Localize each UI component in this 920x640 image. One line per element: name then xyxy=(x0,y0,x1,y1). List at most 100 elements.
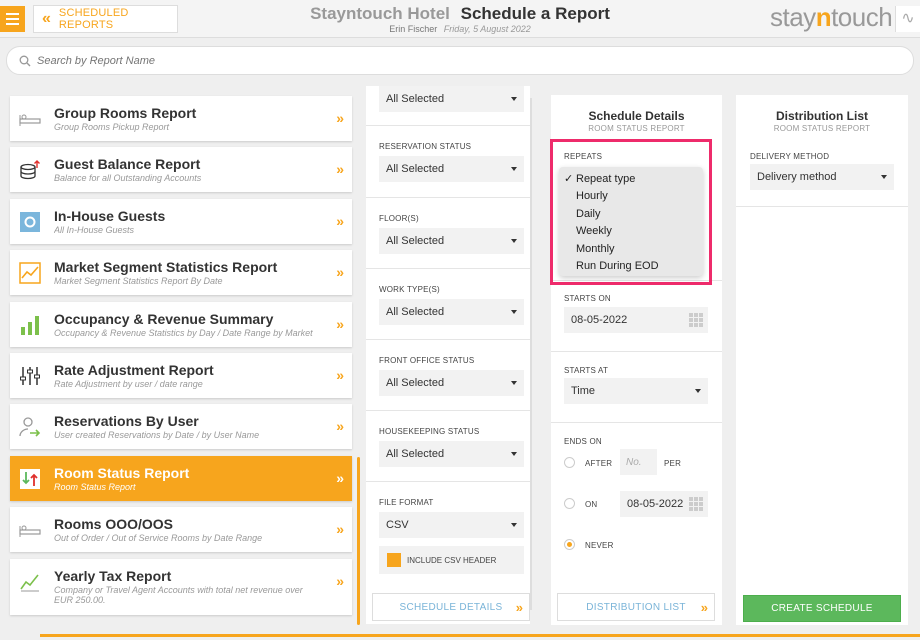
file-format-select[interactable]: CSV xyxy=(379,512,524,538)
bed-icon xyxy=(19,519,41,541)
ends-after-count-input[interactable]: No. xyxy=(620,449,657,475)
double-chevron-right-icon: » xyxy=(336,521,344,538)
ends-on-label: ENDS ON xyxy=(564,437,602,446)
report-description: Occupancy & Revenue Statistics by Day / … xyxy=(54,327,313,338)
sliders-icon xyxy=(19,365,41,387)
starts-on-label: STARTS ON xyxy=(564,294,611,303)
double-chevron-right-icon: » xyxy=(515,599,523,615)
housekeeping-status-select[interactable]: All Selected xyxy=(379,441,524,467)
repeat-option-weekly[interactable]: Weekly xyxy=(559,223,703,241)
checkmark-icon: ✓ xyxy=(564,173,574,186)
double-chevron-right-icon: » xyxy=(336,264,344,281)
report-name: Guest Balance Report xyxy=(54,156,201,173)
back-to-scheduled-reports-button[interactable]: « SCHEDULED REPORTS xyxy=(33,5,178,33)
work-types-select[interactable]: All Selected xyxy=(379,299,524,325)
double-chevron-right-icon: » xyxy=(336,315,344,332)
ends-on-radio[interactable] xyxy=(564,498,575,509)
header-title-block: Stayntouch Hotel Schedule a Report Erin … xyxy=(300,4,620,34)
menu-icon[interactable] xyxy=(0,6,25,32)
double-chevron-left-icon: « xyxy=(42,10,51,27)
schedule-details-button[interactable]: SCHEDULE DETAILS» xyxy=(372,593,530,621)
caret-down-icon xyxy=(511,97,517,101)
report-item-rooms-ooo-oos[interactable]: Rooms OOO/OOS Out of Order / Out of Serv… xyxy=(10,507,352,553)
on-label: ON xyxy=(585,500,598,509)
activity-icon[interactable]: ∿ xyxy=(895,6,920,32)
trend-icon xyxy=(19,571,41,593)
report-item-market-segment[interactable]: Market Segment Statistics Report Market … xyxy=(10,250,352,296)
repeat-option-monthly[interactable]: Monthly xyxy=(559,240,703,258)
double-chevron-right-icon: » xyxy=(336,418,344,435)
distribution-list-panel: Distribution List ROOM STATUS REPORT DEL… xyxy=(736,95,908,625)
hotel-name: Stayntouch Hotel xyxy=(310,4,450,23)
report-item-guest-balance[interactable]: Guest Balance Report Balance for all Out… xyxy=(10,147,352,193)
report-name: Reservations By User xyxy=(54,413,199,430)
front-office-status-select[interactable]: All Selected xyxy=(379,370,524,396)
report-filters-panel: All Selected RESERVATION STATUS All Sele… xyxy=(366,86,530,624)
delivery-method-select[interactable]: Delivery method xyxy=(750,164,894,190)
checkbox-checked-icon xyxy=(387,553,401,567)
report-item-rate-adjustment[interactable]: Rate Adjustment Report Rate Adjustment b… xyxy=(10,352,352,398)
report-name: Group Rooms Report xyxy=(54,105,197,121)
floors-select[interactable]: All Selected xyxy=(379,228,524,254)
ends-never-radio[interactable] xyxy=(564,539,575,550)
report-item-reservations-by-user[interactable]: Reservations By User User created Reserv… xyxy=(10,404,352,450)
report-description: Balance for all Outstanding Accounts xyxy=(54,173,202,184)
reservation-status-select[interactable]: All Selected xyxy=(379,156,524,182)
create-schedule-button[interactable]: CREATE SCHEDULE xyxy=(743,595,901,622)
double-chevron-right-icon: » xyxy=(336,366,344,383)
report-description: Rate Adjustment by user / date range xyxy=(54,378,203,389)
never-label: NEVER xyxy=(585,541,614,550)
repeat-option-hourly[interactable]: Hourly xyxy=(559,188,703,206)
report-description: Out of Order / Out of Service Rooms by D… xyxy=(54,533,263,544)
report-list-scrollbar[interactable] xyxy=(357,457,360,625)
double-chevron-right-icon: » xyxy=(336,572,344,589)
caret-down-icon xyxy=(511,452,517,456)
report-name: Rate Adjustment Report xyxy=(54,361,214,378)
ends-on-date-field[interactable]: 08-05-2022 xyxy=(620,491,708,517)
report-search-bar[interactable] xyxy=(6,46,914,75)
report-name: Room Status Report xyxy=(54,464,190,481)
report-item-room-status[interactable]: Room Status Report Room Status Report » xyxy=(10,455,352,501)
report-item-yearly-tax[interactable]: Yearly Tax Report Company or Travel Agen… xyxy=(10,558,352,615)
repeat-option-run-during-eod[interactable]: Run During EOD xyxy=(559,258,703,276)
repeat-option-daily[interactable]: Daily xyxy=(559,205,703,223)
report-name: Yearly Tax Report xyxy=(54,567,172,584)
caret-down-icon xyxy=(511,310,517,314)
caret-down-icon xyxy=(881,175,887,179)
report-item-in-house-guests[interactable]: In-House Guests All In-House Guests » xyxy=(10,198,352,244)
repeat-option-repeat-type[interactable]: ✓ Repeat type xyxy=(559,170,703,188)
stayntouch-logo: stayntouch xyxy=(770,2,893,32)
panel-subtitle: ROOM STATUS REPORT xyxy=(773,124,871,133)
report-description: Room Status Report xyxy=(54,481,136,492)
report-description: Market Segment Statistics Report By Date xyxy=(54,276,223,287)
top-filter-select[interactable]: All Selected xyxy=(379,86,524,112)
double-chevron-right-icon: » xyxy=(336,110,344,126)
search-input[interactable] xyxy=(37,54,897,67)
report-description: Company or Travel Agent Accounts with to… xyxy=(54,584,303,605)
delivery-method-label: DELIVERY METHOD xyxy=(750,152,830,161)
filter-label: RESERVATION STATUS xyxy=(379,142,472,151)
top-header: « SCHEDULED REPORTS Stayntouch Hotel Sch… xyxy=(0,0,920,38)
panel-title: Schedule Details xyxy=(588,109,685,123)
bottom-accent-bar xyxy=(40,634,920,637)
starts-on-date-field[interactable]: 08-05-2022 xyxy=(564,307,708,333)
report-item-occupancy-revenue[interactable]: Occupancy & Revenue Summary Occupancy & … xyxy=(10,301,352,347)
calendar-icon[interactable] xyxy=(689,497,703,511)
starts-at-time-select[interactable]: Time xyxy=(564,378,708,404)
filter-reservation-status: RESERVATION STATUS All Selected xyxy=(366,126,530,198)
starts-at-label: STARTS AT xyxy=(564,366,609,375)
checkbox-label: INCLUDE CSV HEADER xyxy=(407,555,497,565)
report-item-group-rooms[interactable]: Group Rooms Report Group Rooms Pickup Re… xyxy=(10,96,352,141)
report-description: User created Reservations by Date / by U… xyxy=(54,430,260,441)
double-chevron-right-icon: » xyxy=(336,161,344,178)
calendar-icon[interactable] xyxy=(689,313,703,327)
filters-scrollbar[interactable] xyxy=(530,98,532,610)
report-description: Group Rooms Pickup Report xyxy=(54,122,170,132)
report-name: Rooms OOO/OOS xyxy=(54,516,174,533)
report-description: All In-House Guests xyxy=(54,224,135,235)
include-csv-header-checkbox[interactable]: INCLUDE CSV HEADER xyxy=(379,546,524,574)
caret-down-icon xyxy=(511,381,517,385)
ends-after-radio[interactable] xyxy=(564,457,575,468)
repeat-type-dropdown[interactable]: ✓ Repeat type Hourly Daily Weekly Monthly… xyxy=(559,167,703,276)
distribution-list-button[interactable]: DISTRIBUTION LIST» xyxy=(557,593,715,621)
